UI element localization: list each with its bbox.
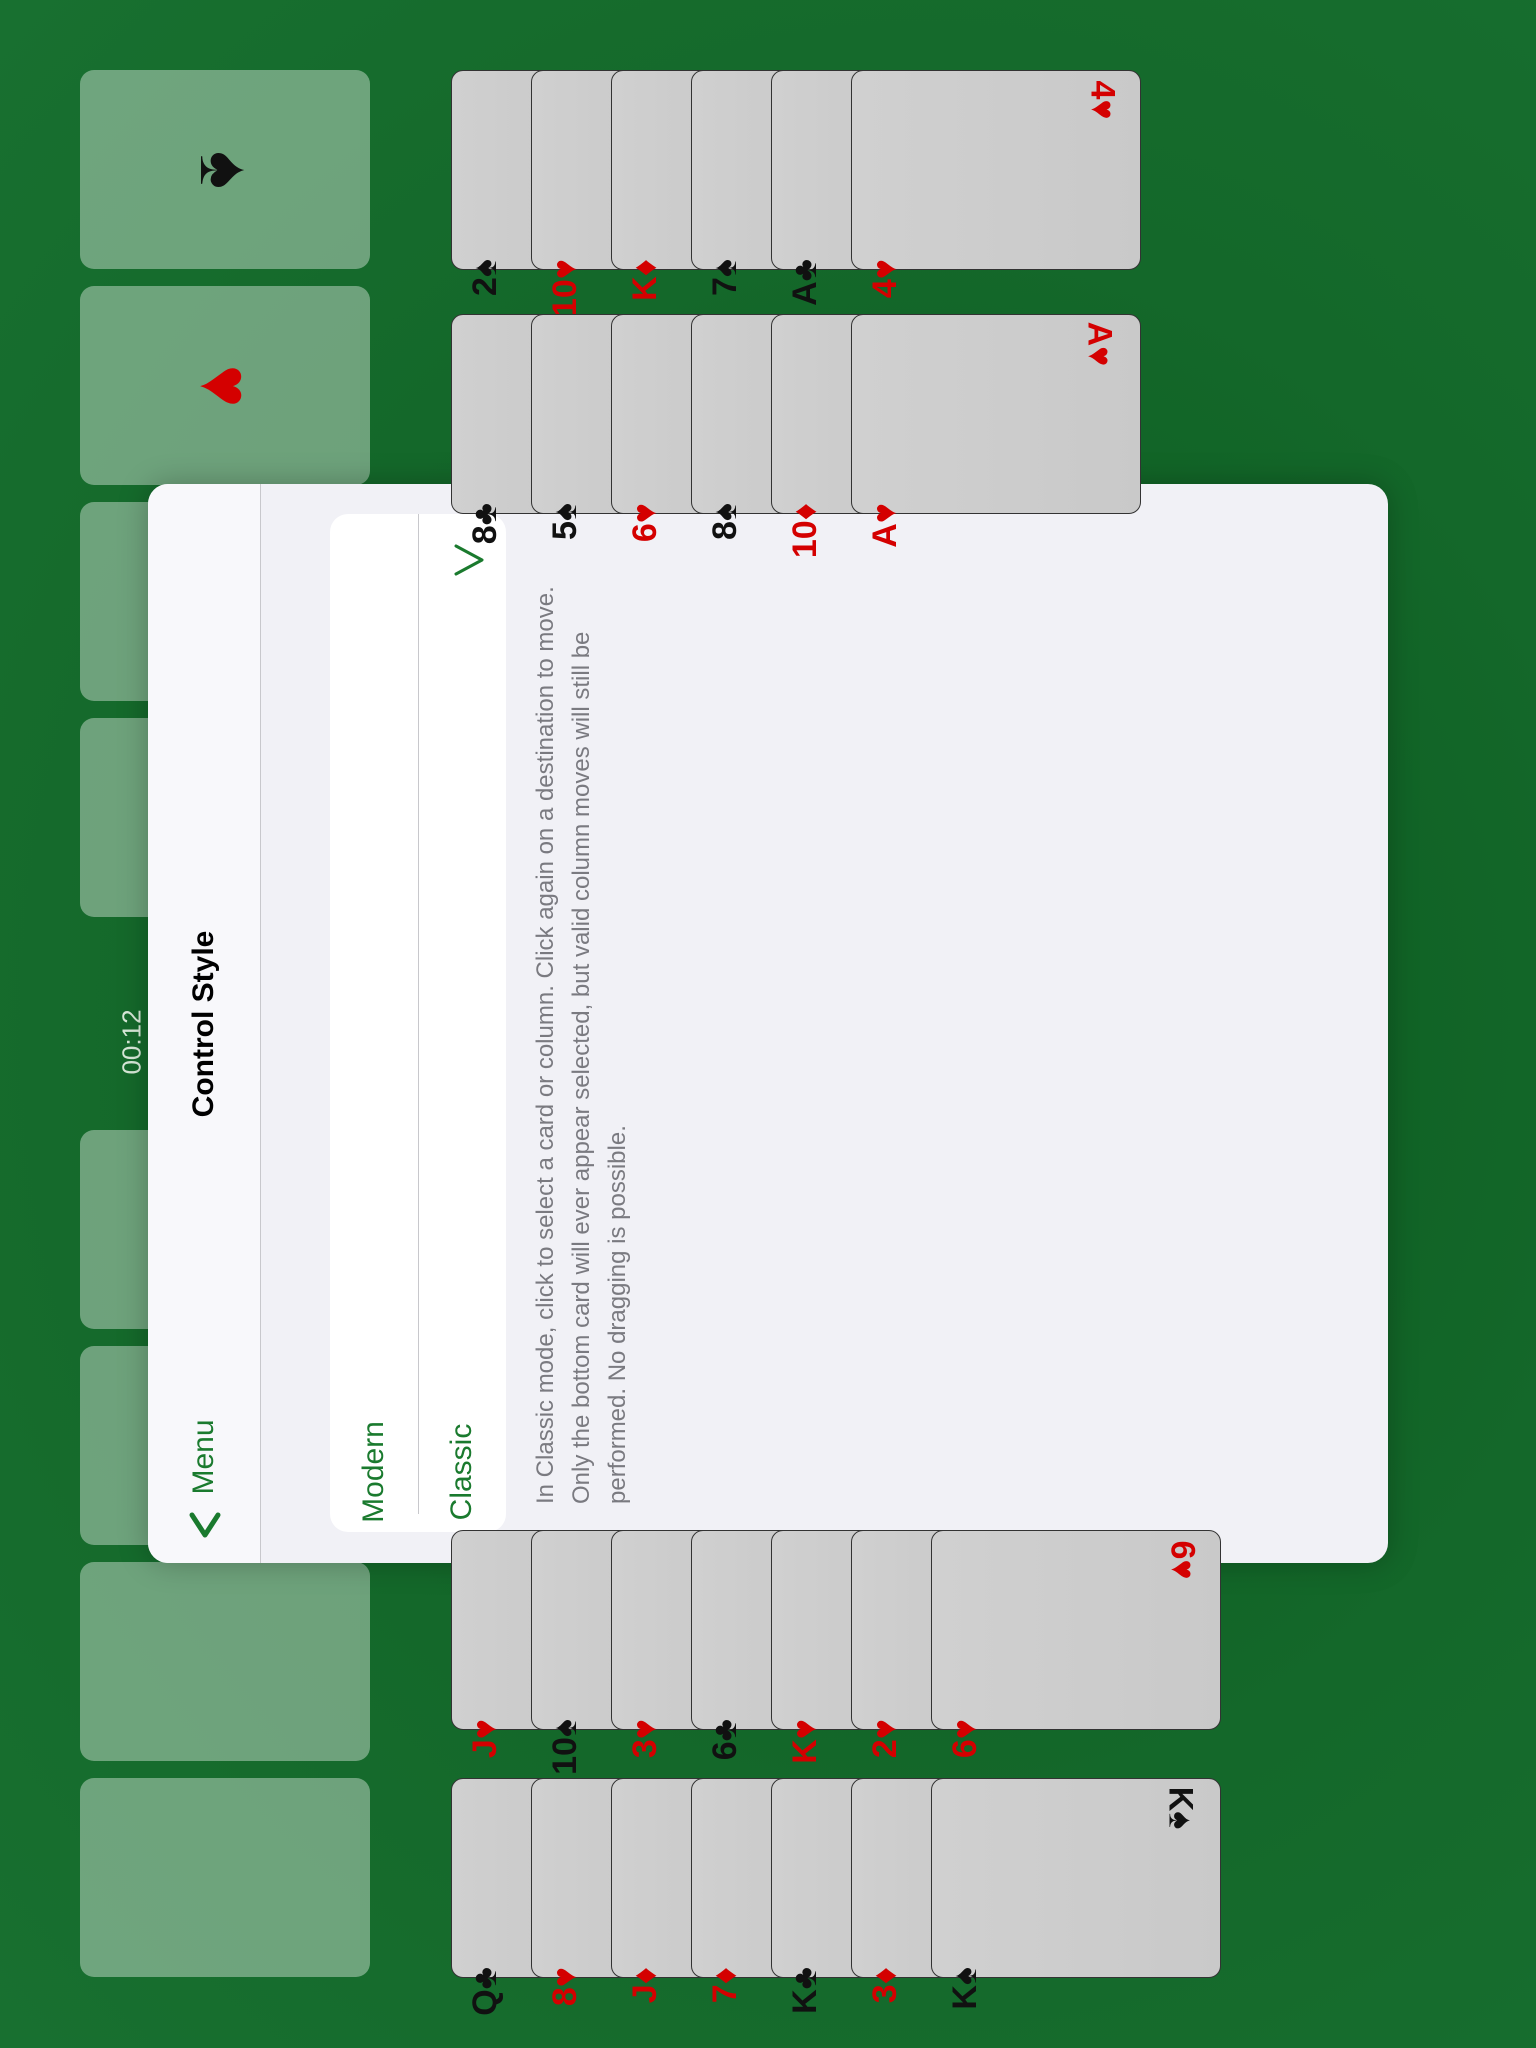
card-index: 4♥ xyxy=(866,259,904,299)
card-index: 3♦ xyxy=(866,1967,904,2004)
navigation-bar: Menu Control Style xyxy=(148,484,261,1563)
card-index: 7♠ xyxy=(706,259,744,296)
back-button[interactable]: Menu xyxy=(180,1391,230,1541)
free-cell-4[interactable] xyxy=(80,1778,370,1977)
card-index: 5♠ xyxy=(546,503,584,540)
card-index: J♦ xyxy=(626,1967,664,2004)
back-button-label: Menu xyxy=(187,1419,220,1495)
card-index: 8♣ xyxy=(466,503,504,545)
card-index: A♥ xyxy=(866,503,904,548)
card-index: K♣ xyxy=(786,1967,824,2014)
card-4♥[interactable]: 4♥ 4♥ xyxy=(851,70,1141,298)
card-index: 10♦ xyxy=(786,503,824,559)
card-index: 8♠ xyxy=(706,503,744,540)
heart-icon: ♥ xyxy=(185,364,265,407)
card-index: 8♥ xyxy=(546,1967,584,2007)
foundation-hearts[interactable]: ♥ xyxy=(80,286,370,485)
card-index: 2♠ xyxy=(466,259,504,296)
card-corner-index: A♥ xyxy=(1080,321,1119,367)
footer-note-text: In Classic mode, click to select a card … xyxy=(532,586,631,1504)
options-group: Modern Classic xyxy=(330,514,506,1532)
card-index: 10♠ xyxy=(546,1719,584,1775)
free-cell-3[interactable] xyxy=(80,1562,370,1761)
foundation-spades[interactable]: ♠ xyxy=(80,70,370,269)
card-index: J♥ xyxy=(466,1719,504,1759)
option-modern[interactable]: Modern xyxy=(330,514,418,1532)
card-index: 3♥ xyxy=(626,1719,664,1759)
spade-icon: ♠ xyxy=(185,150,265,189)
checkmark-icon xyxy=(454,544,484,576)
card-index: 6♥ xyxy=(946,1719,984,1759)
control-style-dialog: Menu Control Style Modern Classic In Cla… xyxy=(148,484,1388,1563)
card-corner-index: 4♥ xyxy=(1083,80,1122,120)
card-6♥[interactable]: 6♥ 6♥ xyxy=(931,1530,1221,1758)
card-A♥[interactable]: A♥ A♥ xyxy=(851,314,1141,548)
option-footer-note: In Classic mode, click to select a card … xyxy=(520,572,644,1504)
card-index: 6♣ xyxy=(706,1719,744,1761)
card-index: 6♥ xyxy=(626,503,664,543)
card-index: 10♥ xyxy=(546,259,584,318)
card-index: K♠ xyxy=(946,1967,984,2010)
game-timer: 00:12 xyxy=(116,1009,147,1075)
chevron-left-icon xyxy=(189,1512,221,1538)
card-index: K♦ xyxy=(626,259,664,301)
card-index: 2♥ xyxy=(866,1719,904,1759)
card-corner-index: 6♥ xyxy=(1163,1540,1202,1580)
option-modern-label: Modern xyxy=(357,1421,390,1523)
card-index: K♥ xyxy=(786,1719,824,1764)
dialog-title: Control Style xyxy=(187,930,220,1118)
card-index: Q♣ xyxy=(466,1967,504,2016)
option-classic[interactable]: Classic xyxy=(418,514,506,1532)
card-index: 7♦ xyxy=(706,1967,744,2004)
card-K♠[interactable]: K♠ K♠ xyxy=(931,1778,1221,2010)
card-index: A♣ xyxy=(786,259,824,306)
card-corner-index: K♠ xyxy=(1161,1786,1200,1830)
option-classic-label: Classic xyxy=(445,1423,478,1521)
